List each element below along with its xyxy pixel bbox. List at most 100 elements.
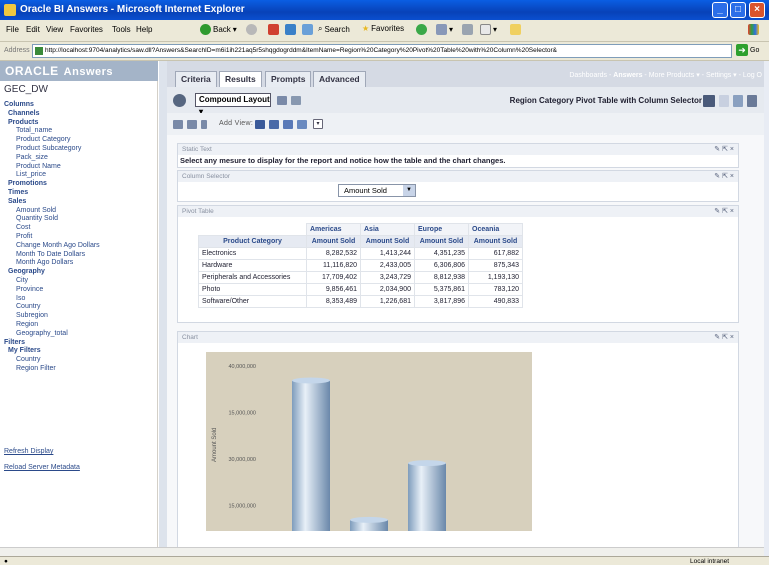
table-row: Peripherals and Accessories 17,709,402 3,2… [198, 271, 523, 284]
measure-header: Amount Sold [414, 235, 469, 248]
layout-select[interactable]: Compound Layout ▾ [195, 93, 271, 116]
folder-item[interactable]: Columns [4, 101, 154, 110]
view-controls[interactable]: ✎ ⇱ × [714, 206, 734, 217]
column-item[interactable]: Quantity Sold [4, 215, 154, 224]
column-item[interactable]: List_price [4, 171, 154, 180]
menu-tools[interactable]: Tools [112, 25, 131, 34]
view-controls[interactable]: ✎ ⇱ × [714, 171, 734, 182]
address-input[interactable]: http://localhost:9704/analytics/saw.dll?… [32, 44, 732, 58]
column-item[interactable]: Profit [4, 233, 154, 242]
logout-link[interactable]: Log O [743, 72, 762, 79]
column-item[interactable]: Total_name [4, 127, 154, 136]
chart-bar-top [292, 377, 330, 384]
column-item[interactable]: Country [4, 356, 154, 365]
minimize-button[interactable]: _ [712, 2, 728, 18]
column-item[interactable]: Province [4, 286, 154, 295]
folder-button[interactable] [510, 24, 521, 35]
stop-button[interactable] [268, 24, 279, 35]
more-views-dropdown[interactable]: ▾ [313, 119, 323, 129]
folder-item[interactable]: My Filters [4, 347, 154, 356]
column-item[interactable]: Iso [4, 295, 154, 304]
settings-link[interactable]: Settings [706, 72, 731, 79]
value-cell: 6,306,806 [414, 259, 469, 272]
dashboards-link[interactable]: Dashboards [569, 72, 607, 79]
menu-edit[interactable]: Edit [26, 25, 40, 34]
chart-bar[interactable] [408, 463, 446, 547]
folder-item[interactable]: Filters [4, 339, 154, 348]
folder-item[interactable]: Products [4, 119, 154, 128]
save-icon[interactable] [733, 95, 743, 107]
category-cell: Electronics [198, 247, 307, 260]
layout-properties-icon[interactable] [277, 96, 287, 105]
format-icon[interactable] [173, 120, 183, 129]
column-item[interactable]: Amount Sold [4, 207, 154, 216]
add-chart-view-icon[interactable] [269, 120, 279, 129]
add-table-view-icon[interactable] [255, 120, 265, 129]
column-item[interactable]: Month To Date Dollars [4, 251, 154, 260]
tab-criteria[interactable]: Criteria [175, 71, 217, 87]
horizontal-scrollbar[interactable] [0, 547, 764, 556]
refresh-button[interactable] [285, 24, 296, 35]
column-item[interactable]: Month Ago Dollars [4, 259, 154, 268]
edit-view-icon[interactable] [187, 120, 197, 129]
tab-advanced[interactable]: Advanced [313, 71, 366, 87]
folder-item[interactable]: Promotions [4, 180, 154, 189]
tab-results[interactable]: Results [219, 71, 262, 87]
add-pivot-view-icon[interactable] [283, 120, 293, 129]
home-button[interactable] [302, 24, 313, 35]
menu-view[interactable]: View [46, 25, 63, 34]
maximize-button[interactable]: □ [730, 2, 746, 18]
mail-button[interactable]: ▾ [436, 24, 453, 35]
print-icon[interactable] [747, 95, 757, 107]
view-controls[interactable]: ✎ ⇱ × [714, 332, 734, 343]
folder-item[interactable]: Channels [4, 110, 154, 119]
display-results-icon[interactable] [703, 95, 715, 107]
chart-bar[interactable] [292, 380, 330, 547]
tab-prompts[interactable]: Prompts [265, 71, 312, 87]
column-item[interactable]: Pack_size [4, 154, 154, 163]
search-button[interactable]: ⌕ Search [318, 24, 350, 34]
forward-button[interactable] [246, 24, 257, 35]
column-item[interactable]: Subregion [4, 312, 154, 321]
reload-metadata-link[interactable]: Reload Server Metadata [4, 460, 80, 476]
column-item[interactable]: Product Subcategory [4, 145, 154, 154]
folder-item[interactable]: Times [4, 189, 154, 198]
sort-icon[interactable] [201, 120, 207, 129]
more-products-link[interactable]: More Products [649, 72, 695, 79]
chart-area: Amount Sold 40,000,000 15,000,000 30,000,0… [206, 352, 532, 547]
media-button[interactable] [416, 24, 427, 35]
print-button[interactable] [462, 24, 473, 35]
column-item[interactable]: Country [4, 303, 154, 312]
preview-icon[interactable] [719, 95, 729, 107]
security-zone: Local intranet [689, 558, 729, 565]
column-item[interactable]: Cost [4, 224, 154, 233]
column-item[interactable]: City [4, 277, 154, 286]
column-selector-dropdown[interactable]: Amount Sold ▼ [338, 184, 416, 197]
menu-file[interactable]: File [6, 25, 19, 34]
folder-item[interactable]: Geography [4, 268, 154, 277]
folder-item[interactable]: Sales [4, 198, 154, 207]
vertical-scrollbar[interactable] [764, 61, 769, 556]
column-item[interactable]: Region Filter [4, 365, 154, 374]
refresh-display-link[interactable]: Refresh Display [4, 444, 80, 460]
pane-splitter[interactable] [159, 61, 167, 547]
view-controls[interactable]: ✎ ⇱ × [714, 144, 734, 155]
close-button[interactable]: × [749, 2, 765, 18]
column-item[interactable]: Geography_total [4, 330, 154, 339]
answers-link[interactable]: Answers [613, 72, 642, 79]
column-item[interactable]: Product Name [4, 163, 154, 172]
back-to-criteria-icon[interactable] [173, 94, 186, 107]
edit-button[interactable]: ▾ [480, 24, 497, 35]
back-button[interactable]: Back ▾ [200, 24, 237, 35]
menu-favorites[interactable]: Favorites [70, 25, 103, 34]
value-cell: 8,353,489 [306, 295, 361, 308]
add-other-view-icon[interactable] [297, 120, 307, 129]
column-item[interactable]: Product Category [4, 136, 154, 145]
column-item[interactable]: Region [4, 321, 154, 330]
menu-help[interactable]: Help [136, 25, 152, 34]
favorites-button[interactable]: ★ Favorites [362, 24, 404, 33]
go-button[interactable]: ➜ Go [736, 44, 759, 56]
column-item[interactable]: Change Month Ago Dollars [4, 242, 154, 251]
value-cell: 490,833 [468, 295, 523, 308]
delete-view-icon[interactable] [291, 96, 301, 105]
